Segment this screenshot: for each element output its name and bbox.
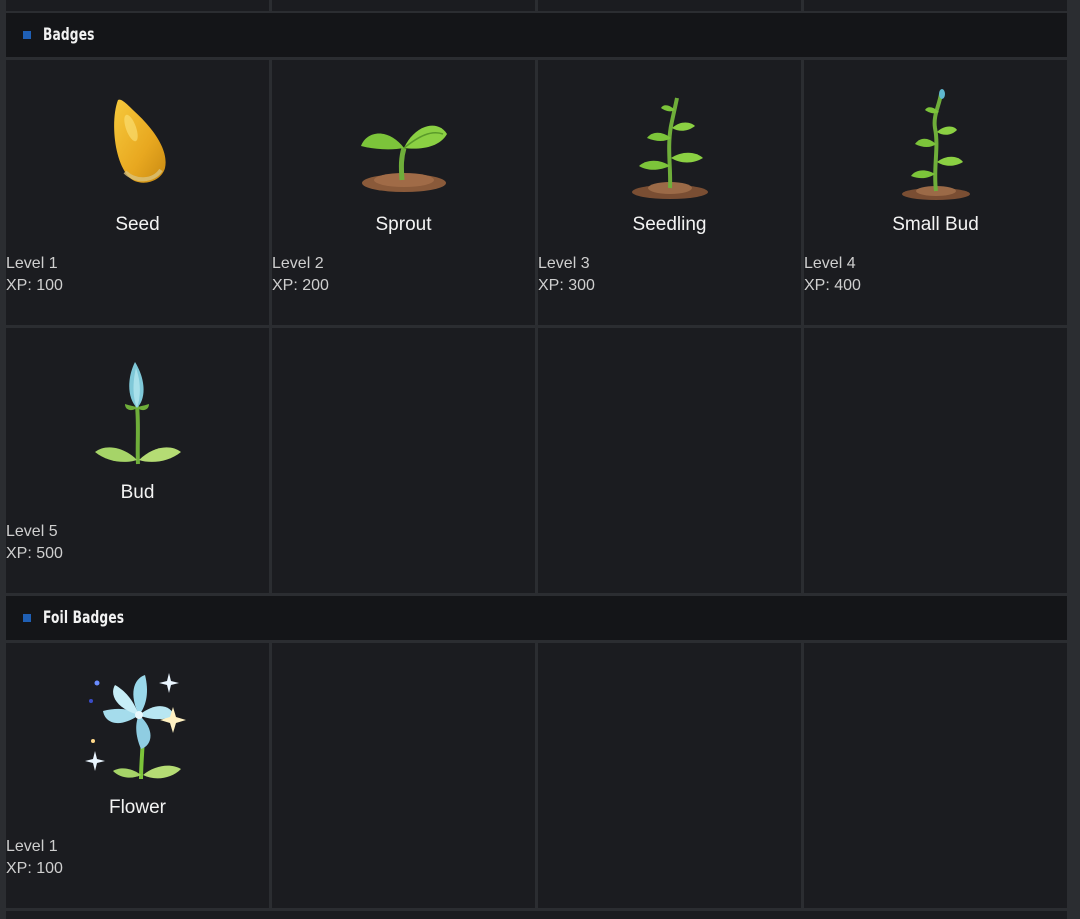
badge-card-sprout[interactable]: Sprout Level 2 XP: 200 bbox=[272, 60, 535, 325]
badge-card-seed[interactable]: Seed Level 1 XP: 100 bbox=[6, 60, 269, 325]
badge-xp: XP: 300 bbox=[538, 277, 595, 294]
badge-xp: XP: 200 bbox=[272, 277, 329, 294]
empty-cell bbox=[538, 643, 801, 908]
badge-xp: XP: 100 bbox=[6, 277, 63, 294]
badge-level: Level 4 bbox=[804, 255, 856, 272]
empty-cell bbox=[538, 328, 801, 593]
foil-badges-grid: Flower Level 1 XP: 100 bbox=[6, 643, 1067, 908]
seed-icon bbox=[83, 88, 193, 202]
section-bullet-icon bbox=[23, 614, 31, 622]
next-section-edge bbox=[6, 911, 1067, 919]
seedling-icon bbox=[615, 88, 725, 202]
badge-card-seedling[interactable]: Seedling Level 3 XP: 300 bbox=[538, 60, 801, 325]
sparkling-flower-icon bbox=[83, 671, 193, 785]
section-bullet-icon bbox=[23, 31, 31, 39]
badge-xp: XP: 500 bbox=[6, 545, 63, 562]
badge-name: Small Bud bbox=[892, 214, 979, 235]
badge-level: Level 1 bbox=[6, 838, 58, 855]
grid-cell bbox=[804, 0, 1067, 11]
badge-name: Seed bbox=[115, 214, 160, 235]
badge-xp: XP: 100 bbox=[6, 860, 63, 877]
empty-cell bbox=[804, 643, 1067, 908]
badge-meta: Level 4 XP: 400 bbox=[804, 253, 1067, 297]
badge-level: Level 3 bbox=[538, 255, 590, 272]
bud-icon bbox=[83, 356, 193, 470]
empty-cell bbox=[272, 643, 535, 908]
section-header-badges: Badges bbox=[6, 13, 1067, 57]
grid-cell bbox=[538, 0, 801, 11]
badge-meta: Level 5 XP: 500 bbox=[6, 521, 269, 565]
badge-card-small-bud[interactable]: Small Bud Level 4 XP: 400 bbox=[804, 60, 1067, 325]
badge-name: Sprout bbox=[375, 214, 432, 235]
badge-name: Seedling bbox=[632, 214, 707, 235]
badge-meta: Level 1 XP: 100 bbox=[6, 836, 269, 880]
grid-cell bbox=[6, 0, 269, 11]
badge-card-flower[interactable]: Flower Level 1 XP: 100 bbox=[6, 643, 269, 908]
badge-level: Level 2 bbox=[272, 255, 324, 272]
badge-name: Flower bbox=[108, 797, 166, 818]
badge-level: Level 5 bbox=[6, 523, 58, 540]
sprout-icon bbox=[349, 88, 459, 202]
section-title: Badges bbox=[43, 25, 95, 45]
badges-page: Badges Seed Level 1 XP: 100 Sprout Level… bbox=[6, 0, 1067, 908]
empty-cell bbox=[804, 328, 1067, 593]
small-bud-icon bbox=[881, 88, 991, 202]
badge-meta: Level 1 XP: 100 bbox=[6, 253, 269, 297]
grid-cell bbox=[272, 0, 535, 11]
previous-grid-row bbox=[6, 0, 1067, 11]
badge-meta: Level 2 XP: 200 bbox=[272, 253, 535, 297]
section-header-foil-badges: Foil Badges bbox=[6, 596, 1067, 640]
badge-xp: XP: 400 bbox=[804, 277, 861, 294]
badge-card-bud[interactable]: Bud Level 5 XP: 500 bbox=[6, 328, 269, 593]
section-title: Foil Badges bbox=[43, 608, 125, 628]
empty-cell bbox=[272, 328, 535, 593]
badge-name: Bud bbox=[120, 482, 155, 503]
badges-grid: Seed Level 1 XP: 100 Sprout Level 2 XP: … bbox=[6, 60, 1067, 593]
badge-meta: Level 3 XP: 300 bbox=[538, 253, 801, 297]
badge-level: Level 1 bbox=[6, 255, 58, 272]
